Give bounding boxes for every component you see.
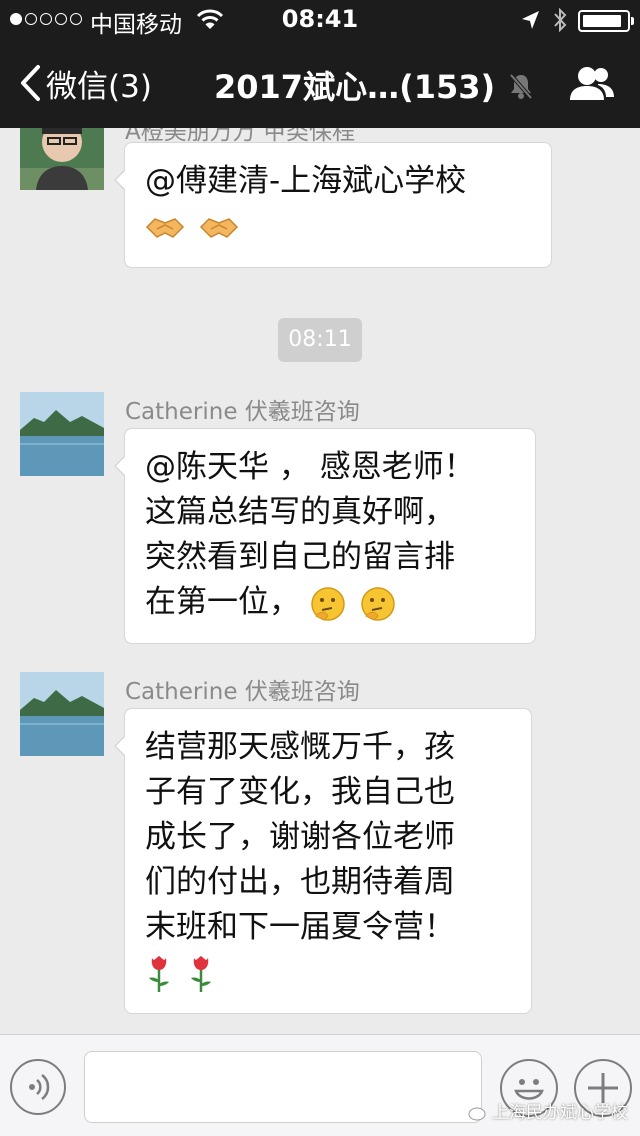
sender-name: Catherine 伏羲班咨询 (125, 679, 360, 705)
message-bubble[interactable]: @傅建清-上海斌心学校 (114, 142, 552, 268)
thinking-emoji-icon (311, 586, 345, 621)
chevron-left-icon (21, 65, 40, 101)
message-bubble[interactable]: @陈天华 ， 感恩老师！ 这篇总结写的真好啊， 突然看到自己的留言排 在第一位， (114, 428, 536, 644)
message-line: @傅建清-上海斌心学校 (145, 163, 467, 199)
voice-icon (29, 1074, 50, 1100)
message-bubble[interactable]: 结营那天感慨万千，孩 子有了变化，我自己也 成长了，谢谢各位老师 们的付出，也期… (114, 708, 532, 1014)
group-members-icon[interactable] (568, 64, 616, 104)
handshake-emoji-icon (199, 217, 238, 238)
message-line: @陈天华 ， 感恩老师！ (145, 449, 475, 485)
avatar[interactable] (20, 672, 104, 756)
mute-bell-icon (509, 73, 533, 100)
rose-emoji-icon (149, 955, 169, 992)
wechat-logo-icon (461, 1101, 486, 1120)
timestamp-pill: 08:11 (278, 318, 362, 362)
avatar[interactable] (20, 128, 104, 190)
back-button[interactable]: 微信(3) (18, 60, 152, 106)
avatar-photo (20, 672, 104, 756)
avatar[interactable] (20, 392, 104, 476)
battery-icon (578, 10, 634, 32)
bluetooth-icon (554, 7, 567, 33)
message-line: 成长了，谢谢各位老师 (145, 819, 455, 855)
message-line: 子有了变化，我自己也 (145, 774, 455, 810)
message-input[interactable] (84, 1051, 482, 1123)
message-line: 在第一位， (145, 584, 300, 620)
watermark-text: 上海民办斌心学校 (492, 1103, 628, 1123)
back-label: 微信(3) (46, 68, 152, 105)
location-arrow-icon (522, 11, 539, 29)
message-line: 们的付出，也期待着周 (145, 864, 455, 900)
message-line: 结营那天感慨万千，孩 (145, 729, 455, 765)
message-line-with-emoji: 在第一位， (145, 580, 515, 625)
message-line: 这篇总结写的真好啊， (145, 494, 455, 530)
avatar-photo (20, 392, 104, 476)
sender-name: Catherine 伏羲班咨询 (125, 399, 360, 425)
clock-time: 08:41 (281, 5, 359, 33)
message-line: 末班和下一届夏令营！ (145, 909, 455, 945)
avatar-photo (20, 128, 104, 190)
message-line: 突然看到自己的留言排 (145, 539, 455, 575)
account-watermark: 上海民办斌心学校 (460, 1098, 628, 1123)
chat-title: 2017斌心…(153) (214, 68, 496, 106)
chat-area: A橙美朋万万 甲类保程 @傅建清-上海斌心学校 08:11 Catherine … (0, 128, 640, 1034)
emoji-row (145, 204, 531, 249)
handshake-emoji-icon (145, 217, 185, 238)
voice-input-button[interactable] (10, 1059, 66, 1115)
rose-emoji-icon (190, 955, 211, 992)
emoji-row (145, 950, 511, 995)
navigation-bar: 微信(3) 2017斌心…(153) (0, 40, 640, 128)
status-bar: 中国移动 08:41 (0, 0, 640, 40)
thinking-emoji-icon (360, 586, 395, 621)
